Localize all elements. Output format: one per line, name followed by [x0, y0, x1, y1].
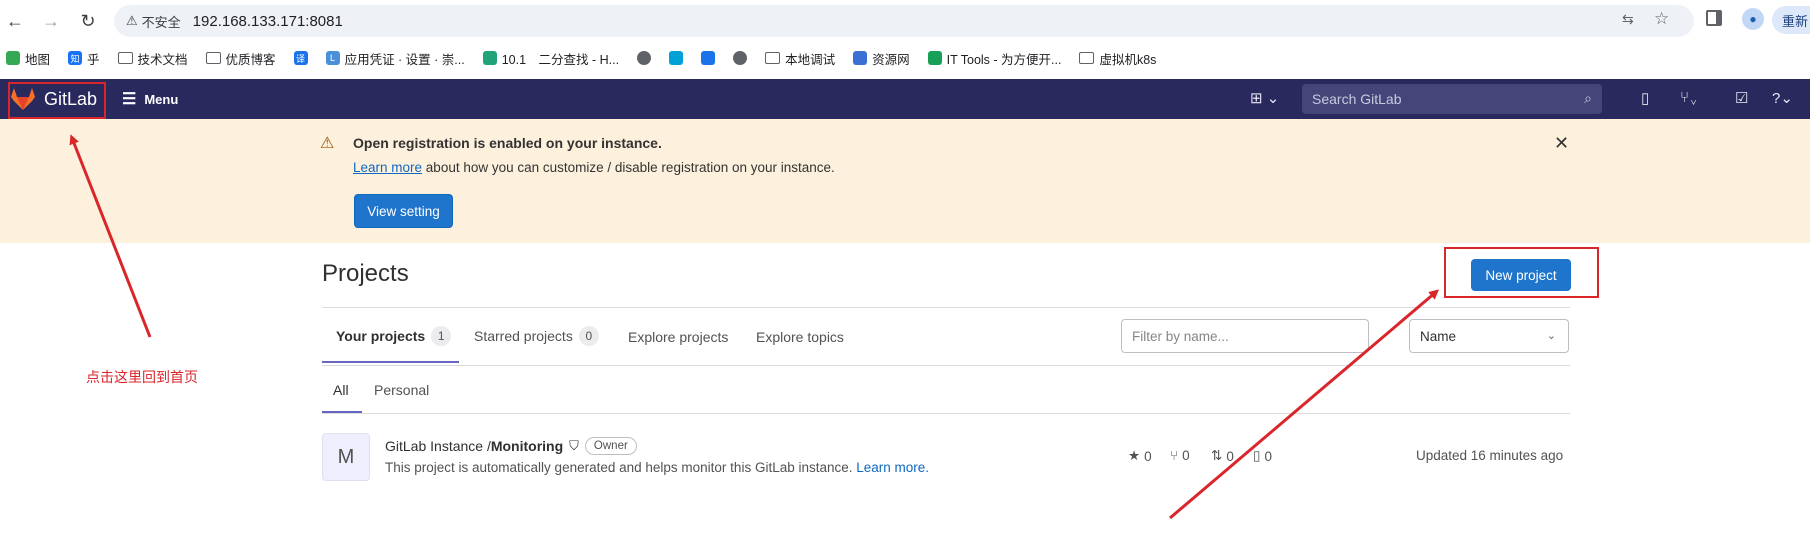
- annotation-arrows: [69, 134, 1440, 520]
- annotation-text: 点击这里回到首页: [86, 369, 198, 385]
- arrow-to-new-project: [1169, 289, 1440, 520]
- arrow-to-logo: [69, 134, 152, 338]
